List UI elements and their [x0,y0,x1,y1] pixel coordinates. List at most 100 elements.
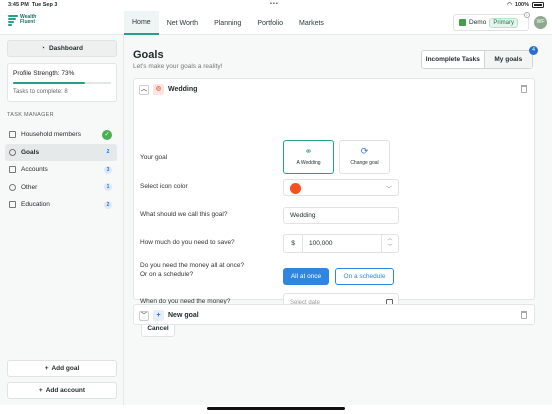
logo-mark-icon [8,14,18,26]
goal-name-label: What should we call this goal? [140,211,228,218]
household-icon [9,131,16,138]
new-goal-label: New goal [168,312,199,319]
amount-stepper[interactable]: ︿ ﹀ [381,235,398,252]
chevron-up-icon[interactable]: ︿ [139,84,149,95]
incomplete-tasks-toggle[interactable]: Incomplete Tasks [422,51,485,68]
battery-icon [532,2,544,8]
sidebar-item-label: Accounts [21,166,48,173]
account-icon [459,19,466,26]
trash-icon[interactable] [521,85,527,93]
multitasking-dots[interactable]: ••• [270,1,279,7]
amount-value: 100,000 [309,240,333,247]
your-goal-label: Your goal [140,154,168,161]
profile-strength-card: Profile Strength: 73% Tasks to complete:… [7,63,117,102]
main-nav: Home Net Worth Planning Portfolio Market… [124,11,332,35]
goal-name-input[interactable]: Wedding [283,207,399,224]
sidebar-item-household-members[interactable]: Household members ✓ [5,126,117,143]
complete-check-icon: ✓ [102,129,112,140]
primary-badge: Primary [489,17,519,28]
all-at-once-button[interactable]: All at once [283,268,329,285]
plus-icon: + [153,310,164,321]
home-indicator[interactable] [207,407,345,410]
tasks-to-complete: Tasks to complete: 8 [13,89,68,95]
sidebar-item-label: Household members [21,131,81,138]
sidebar-item-accounts[interactable]: Accounts 3 [5,161,117,178]
tab-home[interactable]: Home [124,11,159,35]
count-badge: 2 [104,148,112,156]
schedule-label: Do you need the money all at once? Or on… [140,262,244,279]
status-time: 3:45 PM Tue Sep 3 [8,2,58,8]
app-logo[interactable]: Wealth Fluent [8,14,36,26]
tab-markets[interactable]: Markets [291,11,332,35]
change-goal-button[interactable]: ⟳ Change goal [339,140,390,174]
add-account-label: Add account [45,387,86,394]
my-goals-toggle[interactable]: My goals [484,51,532,68]
sidebar-item-label: Goals [21,148,40,156]
dashboard-label: Dashboard [48,45,83,52]
new-goal-header[interactable]: ﹀ + New goal [139,310,199,321]
info-icon[interactable]: i [524,12,530,18]
goal-card-header[interactable]: ︿ ◎ Wedding [139,84,197,95]
plus-icon: + [38,387,43,394]
dashboard-icon: ◔ [41,45,45,52]
page-subtitle: Let's make your goals a reality! [133,63,223,70]
icon-color-select[interactable]: ﹀ [283,179,399,196]
new-goal-card: ﹀ + New goal [133,304,535,325]
wifi-icon: ◠ [507,2,512,8]
tab-planning[interactable]: Planning [206,11,249,35]
goals-view-toggle: Incomplete Tasks My goals [421,50,533,69]
goals-icon [9,148,16,156]
rings-icon: ⚭ [304,146,313,156]
sidebar-item-label: Education [21,201,50,208]
plus-icon: + [44,365,49,372]
profile-strength-text: Profile Strength: 73% [13,70,75,77]
other-icon [9,183,16,191]
sidebar: ◔ Dashboard Profile Strength: 73% Tasks … [0,35,124,405]
avatar[interactable]: WF [534,16,547,29]
sidebar-item-education[interactable]: Education 2 [5,196,117,213]
sidebar-item-goals[interactable]: Goals 2 [5,143,117,161]
profile-strength-bar [13,82,111,84]
icon-color-label: Select icon color [140,183,188,190]
logo-text: Wealth Fluent [20,13,37,25]
goal-name: Wedding [168,86,198,93]
account-switcher[interactable]: Demo Primary [453,14,529,31]
count-badge: 2 [104,200,112,209]
account-name: Demo [469,19,487,26]
status-bar: 3:45 PM Tue Sep 3 ••• ◠ 100% [0,0,552,11]
goal-choice-label: A Wedding [296,160,321,166]
chevron-down-icon: ﹀ [385,187,392,193]
status-right: ◠ 100% [507,2,544,8]
on-a-schedule-button[interactable]: On a schedule [335,268,394,285]
education-icon [9,201,16,208]
main-content: Goals Let's make your goals a reality! I… [124,35,552,405]
dashboard-button[interactable]: ◔ Dashboard [7,40,117,57]
top-bar: Wealth Fluent Home Net Worth Planning Po… [0,11,552,35]
tab-portfolio[interactable]: Portfolio [249,11,291,35]
profile-strength-fill [13,82,85,84]
tab-net-worth[interactable]: Net Worth [159,11,206,35]
goal-choice-wedding[interactable]: ⚭ A Wedding [283,140,334,174]
add-goal-button[interactable]: + Add goal [7,360,117,377]
refresh-icon: ⟳ [360,146,369,156]
page-title: Goals [133,49,164,61]
trash-icon[interactable] [521,311,527,319]
amount-input[interactable]: $ 100,000 ︿ ﹀ [283,234,399,253]
selected-color-swatch [290,183,301,194]
currency-symbol: $ [284,235,303,252]
schedule-label-line1: Do you need the money all at once? [140,262,245,269]
bank-icon [9,166,16,173]
change-goal-label: Change goal [350,160,379,166]
sidebar-item-other[interactable]: Other 1 [5,179,117,196]
task-manager-title: TASK MANAGER [7,112,54,118]
task-manager-list: Household members ✓ Goals 2 Accounts 3 O… [5,126,117,214]
sidebar-item-label: Other [21,183,38,191]
goal-card-wedding: ︿ ◎ Wedding Your goal ⚭ A Wedding ⟳ Chan… [133,78,535,337]
add-account-button[interactable]: + Add account [7,382,117,399]
rings-icon: ◎ [153,84,164,95]
amount-label: How much do you need to save? [140,239,235,246]
count-badge: 3 [104,165,112,174]
battery-percent: 100% [514,2,529,8]
add-goal-label: Add goal [51,365,80,372]
chevron-down-icon[interactable]: ﹀ [139,310,149,321]
